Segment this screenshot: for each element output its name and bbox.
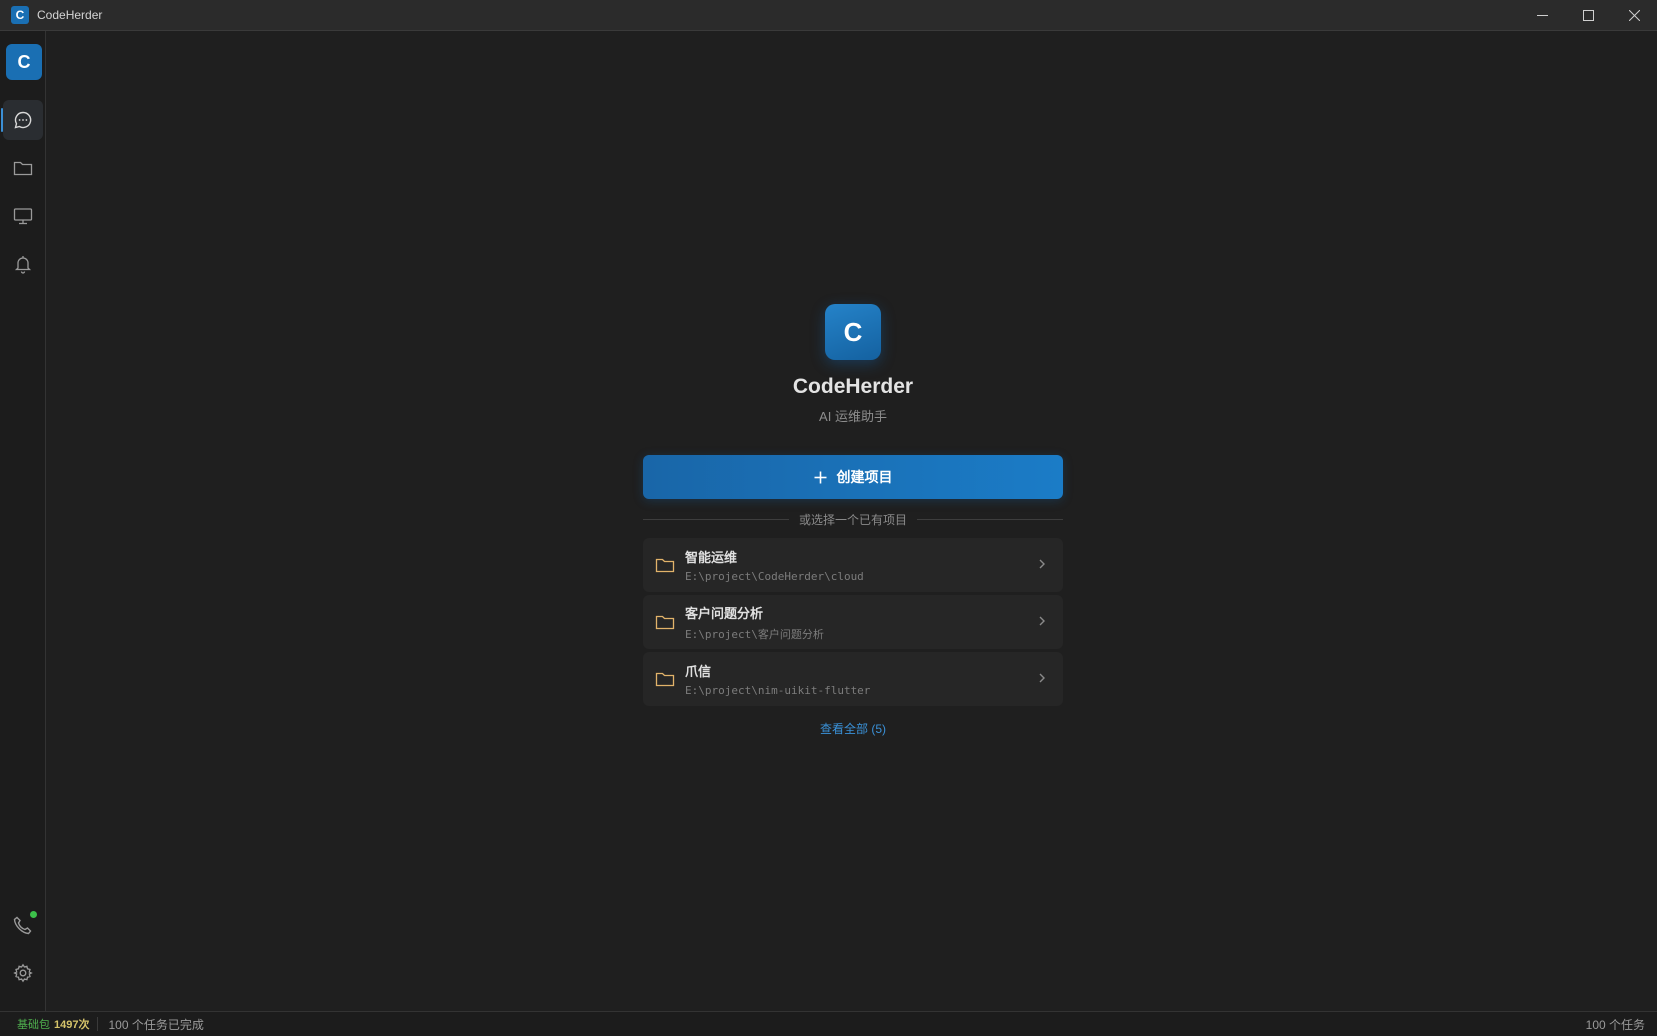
gear-icon [13,963,33,983]
divider-line-left [643,519,789,520]
sidebar-logo[interactable]: C [6,44,42,80]
project-info: 智能运维 E:\project\CodeHerder\cloud [685,547,864,583]
project-item[interactable]: 客户问题分析 E:\project\客户问题分析 [643,595,1063,649]
window-controls [1519,0,1657,31]
folder-icon [655,615,675,630]
create-project-label: 创建项目 [836,469,893,485]
minimize-icon [1536,15,1548,16]
minimize-button[interactable] [1519,0,1565,31]
tasks-total-text: 100 个任务 [1585,1017,1645,1032]
project-item[interactable]: 爪信 E:\project\nim-uikit-flutter [643,652,1063,706]
sidebar-item-settings[interactable] [3,953,43,993]
folder-icon [655,558,675,573]
folder-icon [13,161,33,176]
close-button[interactable] [1611,0,1657,31]
project-path: E:\project\CodeHerder\cloud [685,570,864,583]
create-project-button[interactable]: 创建项目 [643,455,1063,499]
hero-title: CodeHerder [792,375,914,398]
status-separator [97,1017,99,1031]
view-all-link[interactable]: 查看全部 (5) [643,720,1063,737]
project-name: 客户问题分析 [685,605,764,621]
hero-subtitle: AI 运维助手 [819,409,887,424]
sidebar-item-notifications[interactable] [3,244,43,284]
project-info: 客户问题分析 E:\project\客户问题分析 [685,603,824,642]
sidebar-item-chat[interactable] [1,100,43,140]
package-label[interactable]: 基础包 [17,1016,50,1032]
project-info: 爪信 E:\project\nim-uikit-flutter [685,661,870,697]
maximize-icon [1582,10,1594,21]
main-panel: C CodeHerder AI 运维助手 创建项目 或选择一个已有项目 智能运维… [46,31,1657,1011]
plus-icon [814,471,826,483]
divider-line-right [917,519,1064,520]
project-name: 智能运维 [685,550,738,565]
project-item[interactable]: 智能运维 E:\project\CodeHerder\cloud [643,538,1063,592]
title-bar: C CodeHerder [0,0,1657,31]
status-left: 基础包 1497次 100 个任务已完成 [0,1016,204,1033]
sidebar: C [0,31,46,1011]
sidebar-item-phone[interactable] [3,905,43,945]
hero-logo: C [825,304,881,360]
chevron-right-icon [1039,559,1045,569]
window-title: CodeHerder [37,8,103,22]
project-list: 智能运维 E:\project\CodeHerder\cloud 客户问题分析 … [643,538,1063,706]
section-divider: 或选择一个已有项目 [643,511,1064,528]
chevron-right-icon [1039,616,1045,626]
online-status-dot [30,911,37,918]
maximize-button[interactable] [1565,0,1611,31]
folder-icon [655,672,675,687]
package-count: 1497次 [54,1019,90,1031]
app-logo-icon: C [11,6,29,24]
phone-icon [13,916,32,935]
sidebar-item-monitor[interactable] [3,196,43,236]
close-icon [1628,10,1640,21]
chevron-right-icon [1039,673,1045,683]
chat-icon [14,111,32,129]
divider-text: 或选择一个已有项目 [799,513,908,527]
bell-icon [14,256,32,274]
project-path: E:\project\客户问题分析 [685,627,824,641]
tasks-done-text: 100 个任务已完成 [108,1017,204,1032]
project-path: E:\project\nim-uikit-flutter [685,684,871,697]
sidebar-item-folder[interactable] [3,148,43,188]
monitor-icon [13,208,33,225]
status-bar: 基础包 1497次 100 个任务已完成 100 个任务 [0,1011,1657,1036]
welcome-panel: C CodeHerder AI 运维助手 创建项目 或选择一个已有项目 智能运维… [643,304,1064,737]
project-name: 爪信 [685,664,712,679]
